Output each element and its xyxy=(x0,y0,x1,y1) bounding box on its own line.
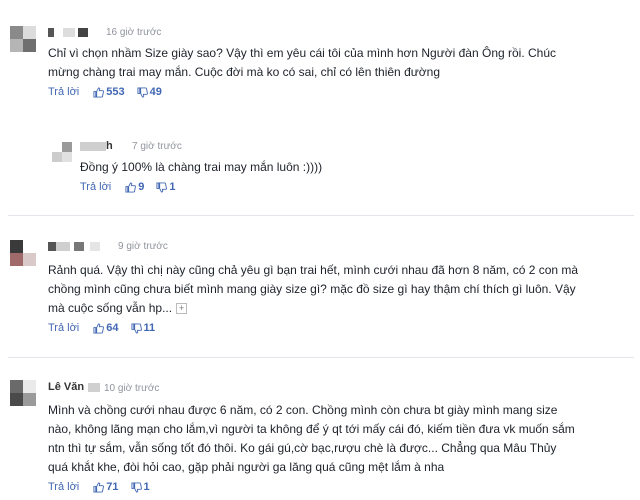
thumbs-down-icon[interactable] xyxy=(156,181,168,193)
commenter-name[interactable]: h xyxy=(80,140,113,152)
commenter-name-text: Lê Văn xyxy=(48,381,85,393)
thumbs-up-icon[interactable] xyxy=(93,322,105,334)
dislike-count: 1 xyxy=(169,181,176,193)
like-count: 71 xyxy=(106,481,119,493)
comment-actions: Trả lời 9 1 xyxy=(80,181,188,193)
comment-time: 7 giờ trước xyxy=(132,141,182,152)
thumbs-up-icon[interactable] xyxy=(93,86,105,98)
comment-divider xyxy=(8,357,634,358)
comment-time: 10 giờ trước xyxy=(104,383,160,394)
reply-link[interactable]: Trả lời xyxy=(80,181,111,193)
like-count: 9 xyxy=(138,181,145,193)
comment-actions: Trả lời 64 11 xyxy=(48,322,167,334)
comment-text: Đồng ý 100% là chàng trai may mắn luôn :… xyxy=(80,160,323,174)
dislike-count: 11 xyxy=(143,322,156,334)
comment-time: 9 giờ trước xyxy=(118,241,168,252)
avatar[interactable] xyxy=(10,240,36,266)
comment-text: Rảnh quá. Vậy thì chị này cũng chả yêu g… xyxy=(48,261,633,318)
avatar[interactable] xyxy=(10,380,36,406)
avatar[interactable] xyxy=(52,142,72,162)
dislike-count: 49 xyxy=(149,86,162,98)
expand-more-button[interactable]: + xyxy=(176,303,188,315)
commenter-name-text: h xyxy=(106,140,113,152)
thumbs-down-icon[interactable] xyxy=(130,481,142,493)
like-count: 553 xyxy=(106,86,125,98)
thumbs-down-icon[interactable] xyxy=(137,86,148,98)
comment-text: Chỉ vì chọn nhầm Size giày sao? Vậy thì … xyxy=(48,46,557,79)
comment-actions: Trả lời 71 1 xyxy=(48,481,162,493)
reply-link[interactable]: Trả lời xyxy=(48,481,79,493)
comment-actions: Trả lời 553 49 xyxy=(48,86,174,98)
commenter-name[interactable] xyxy=(48,26,89,38)
thumbs-up-icon[interactable] xyxy=(125,181,137,193)
comment-time: 16 giờ trước xyxy=(106,27,162,38)
comment-divider xyxy=(8,215,634,216)
dislike-count: 1 xyxy=(143,481,150,493)
commenter-name[interactable]: Lê Văn xyxy=(48,381,101,393)
comment-text-body: Rảnh quá. Vậy thì chị này cũng chả yêu g… xyxy=(48,263,579,315)
thumbs-up-icon[interactable] xyxy=(93,481,105,493)
reply-link[interactable]: Trả lời xyxy=(48,86,79,98)
thumbs-down-icon[interactable] xyxy=(130,322,142,334)
like-count: 64 xyxy=(106,322,119,334)
reply-link[interactable]: Trả lời xyxy=(48,322,79,334)
avatar[interactable] xyxy=(10,26,36,52)
commenter-name[interactable] xyxy=(48,240,100,252)
comment-text: Mình và chồng cưới nhau được 6 năm, có 2… xyxy=(48,403,575,474)
